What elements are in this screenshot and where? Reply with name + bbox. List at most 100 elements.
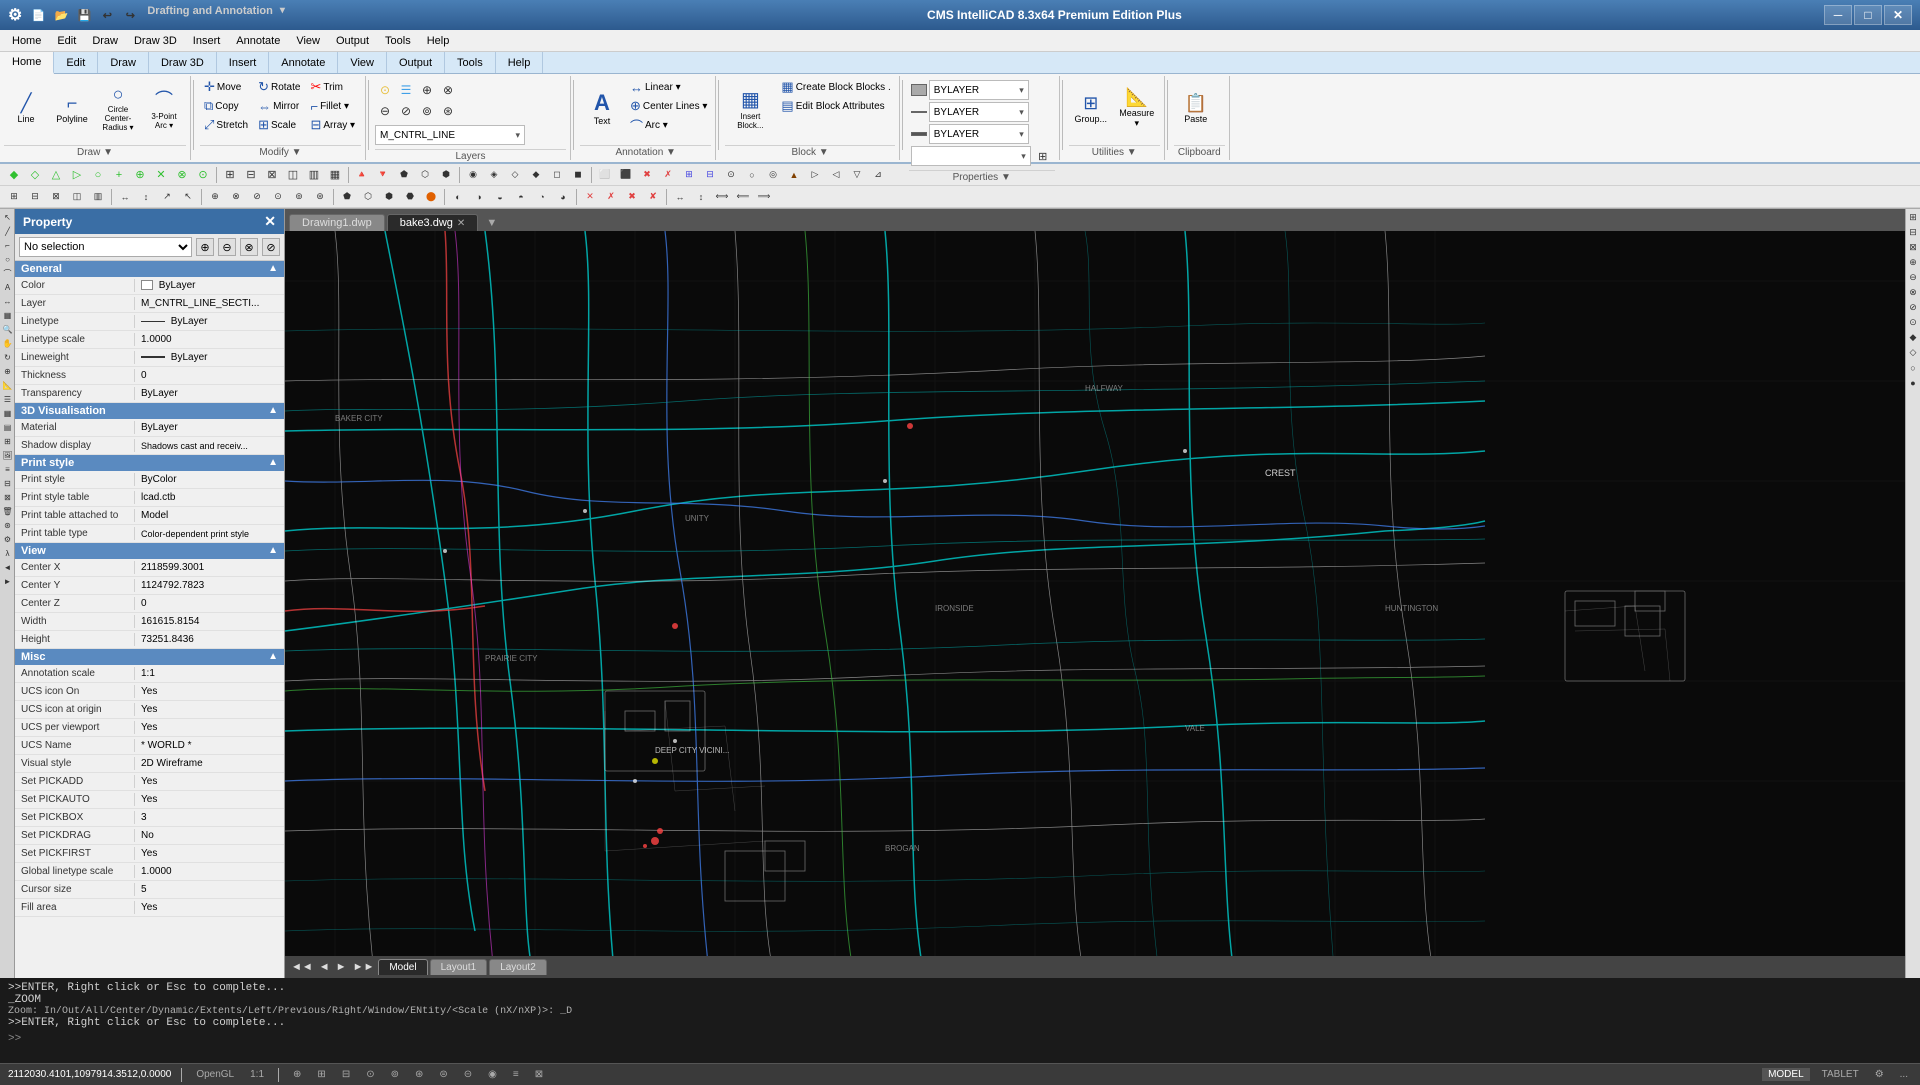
status-tp[interactable]: ⊠ — [531, 1069, 547, 1080]
lt-poly[interactable]: ⌐ — [1, 239, 14, 252]
prop-width-value[interactable]: 161615.8154 — [135, 615, 284, 628]
tb2-27[interactable]: ✕ — [580, 187, 600, 207]
tb-extra14[interactable]: ⊿ — [868, 165, 888, 185]
lt-measure[interactable]: 📐 — [1, 379, 14, 392]
lt-arc[interactable]: ⌒ — [1, 267, 14, 280]
modify-mirror-btn[interactable]: ⇔ Mirror — [254, 97, 304, 115]
layer-btn8[interactable]: ⊛ — [438, 101, 458, 121]
tb2-21[interactable]: ◐ — [448, 187, 468, 207]
prop-height-value[interactable]: 73251.8436 — [135, 633, 284, 646]
tb2-35[interactable]: ⟹ — [754, 187, 774, 207]
insert-block-btn[interactable]: ▦ InsertBlock... — [725, 78, 775, 138]
menu-draw[interactable]: Draw — [84, 33, 126, 49]
model-tab-layout1[interactable]: Layout1 — [430, 959, 488, 975]
tb2-9[interactable]: ↖ — [178, 187, 198, 207]
prop-color-value[interactable]: ByLayer — [135, 279, 284, 292]
status-osnap[interactable]: ⊚ — [387, 1069, 403, 1080]
prop-thickness-value[interactable]: 0 — [135, 369, 284, 382]
transparency-dropdown[interactable] — [911, 146, 1031, 166]
prop-pickadd-value[interactable]: Yes — [135, 775, 284, 788]
prop-pstyle-value[interactable]: ByColor — [135, 473, 284, 486]
tb-extra12[interactable]: ◁ — [826, 165, 846, 185]
tb2-33[interactable]: ⟺ — [712, 187, 732, 207]
tb2-31[interactable]: ↔ — [670, 187, 690, 207]
tb-snap6[interactable]: + — [109, 165, 129, 185]
prop-pickauto-value[interactable]: Yes — [135, 793, 284, 806]
lt-layer[interactable]: ☰ — [1, 393, 14, 406]
layer-btn1[interactable]: ⊙ — [375, 80, 395, 100]
general-section-header[interactable]: General ▲ — [15, 261, 284, 277]
property-panel-close[interactable]: ✕ — [264, 213, 276, 230]
linetype-dropdown[interactable]: BYLAYER — [929, 102, 1029, 122]
rp-btn2[interactable]: ⊟ — [1907, 226, 1920, 239]
prop-ucsname-value[interactable]: * WORLD * — [135, 739, 284, 752]
prop-lweight-value[interactable]: ByLayer — [135, 351, 284, 364]
maximize-btn[interactable]: □ — [1854, 5, 1882, 25]
layer-btn2[interactable]: ☰ — [396, 80, 416, 100]
menu-home[interactable]: Home — [4, 33, 49, 49]
tb-misc6[interactable]: ◼ — [568, 165, 588, 185]
rp-btn11[interactable]: ○ — [1907, 361, 1920, 374]
undo-btn[interactable]: ↩ — [97, 5, 117, 25]
rp-btn4[interactable]: ⊕ — [1907, 256, 1920, 269]
ribbon-tab-draw3d[interactable]: Draw 3D — [149, 52, 217, 73]
tb-extra1[interactable]: ⬜ — [595, 165, 615, 185]
tb-snap7[interactable]: ⊕ — [130, 165, 150, 185]
menu-help[interactable]: Help — [419, 33, 458, 49]
nav-prev-btn[interactable]: ◄ — [317, 961, 332, 973]
lt-zoom[interactable]: 🔍 — [1, 323, 14, 336]
scale-status[interactable]: 1:1 — [246, 1069, 268, 1080]
tb-snap2[interactable]: ◇ — [25, 165, 45, 185]
prop-fillarea-value[interactable]: Yes — [135, 901, 284, 914]
tablet-status[interactable]: TABLET — [1818, 1069, 1863, 1080]
tb-misc2[interactable]: ◈ — [484, 165, 504, 185]
lt-audit[interactable]: ⊛ — [1, 519, 14, 532]
lt-table[interactable]: ⊟ — [1, 477, 14, 490]
prop-cx-value[interactable]: 2118599.3001 — [135, 561, 284, 574]
status-3dosnap[interactable]: ⊛ — [411, 1069, 427, 1080]
status-lw[interactable]: ≡ — [509, 1069, 523, 1080]
tb2-28[interactable]: ✗ — [601, 187, 621, 207]
layer-btn3[interactable]: ⊕ — [417, 80, 437, 100]
layer-btn5[interactable]: ⊖ — [375, 101, 395, 121]
view-section-header[interactable]: View ▲ — [15, 543, 284, 559]
canvas-area[interactable]: CREST DEEP CITY VICINI... — [285, 231, 1905, 956]
rp-btn1[interactable]: ⊞ — [1907, 211, 1920, 224]
menu-draw3d[interactable]: Draw 3D — [126, 33, 185, 49]
modify-rotate-btn[interactable]: ↻ Rotate — [254, 78, 304, 96]
tb2-26[interactable]: ◕ — [553, 187, 573, 207]
tb-extra11[interactable]: ▷ — [805, 165, 825, 185]
print-section-header[interactable]: Print style ▲ — [15, 455, 284, 471]
tb-view5[interactable]: ▥ — [304, 165, 324, 185]
tb2-24[interactable]: ◓ — [511, 187, 531, 207]
tb-snap4[interactable]: ▷ — [67, 165, 87, 185]
tb-obj1[interactable]: 🔺 — [352, 165, 372, 185]
tb-extra4[interactable]: ✗ — [658, 165, 678, 185]
tb-extra3[interactable]: ✖ — [637, 165, 657, 185]
tb-misc4[interactable]: ◆ — [526, 165, 546, 185]
lineweight-dropdown[interactable]: BYLAYER — [929, 124, 1029, 144]
tb2-5[interactable]: ▥ — [88, 187, 108, 207]
status-polar[interactable]: ⊙ — [362, 1069, 378, 1080]
ribbon-tab-annotate[interactable]: Annotate — [269, 52, 338, 73]
prop-transparency-value[interactable]: ByLayer — [135, 387, 284, 400]
tb2-8[interactable]: ↗ — [157, 187, 177, 207]
tb2-10[interactable]: ⊕ — [205, 187, 225, 207]
rp-btn12[interactable]: ● — [1907, 376, 1920, 389]
modify-fillet-btn[interactable]: ⌐ Fillet ▾ — [306, 97, 359, 115]
model-tab-layout2[interactable]: Layout2 — [489, 959, 547, 975]
more-btn[interactable]: ... — [1896, 1069, 1912, 1080]
draw-arc-btn[interactable]: ⌒ 3-PointArc ▾ — [142, 78, 186, 138]
lt-script[interactable]: ⚙ — [1, 533, 14, 546]
select-btn1[interactable]: ⊕ — [196, 238, 214, 256]
ribbon-tab-help[interactable]: Help — [496, 52, 544, 73]
tb2-16[interactable]: ⬟ — [337, 187, 357, 207]
prop-vstyle-value[interactable]: 2D Wireframe — [135, 757, 284, 770]
draw-circle-btn[interactable]: ○ CircleCenter-Radius ▾ — [96, 78, 140, 138]
modify-scale-btn[interactable]: ⊞ Scale — [254, 116, 304, 134]
ribbon-tab-home[interactable]: Home — [0, 52, 54, 74]
tb-obj3[interactable]: ⬟ — [394, 165, 414, 185]
anno-text-btn[interactable]: A Text — [580, 78, 624, 138]
tb2-7[interactable]: ↕ — [136, 187, 156, 207]
tb2-32[interactable]: ↕ — [691, 187, 711, 207]
